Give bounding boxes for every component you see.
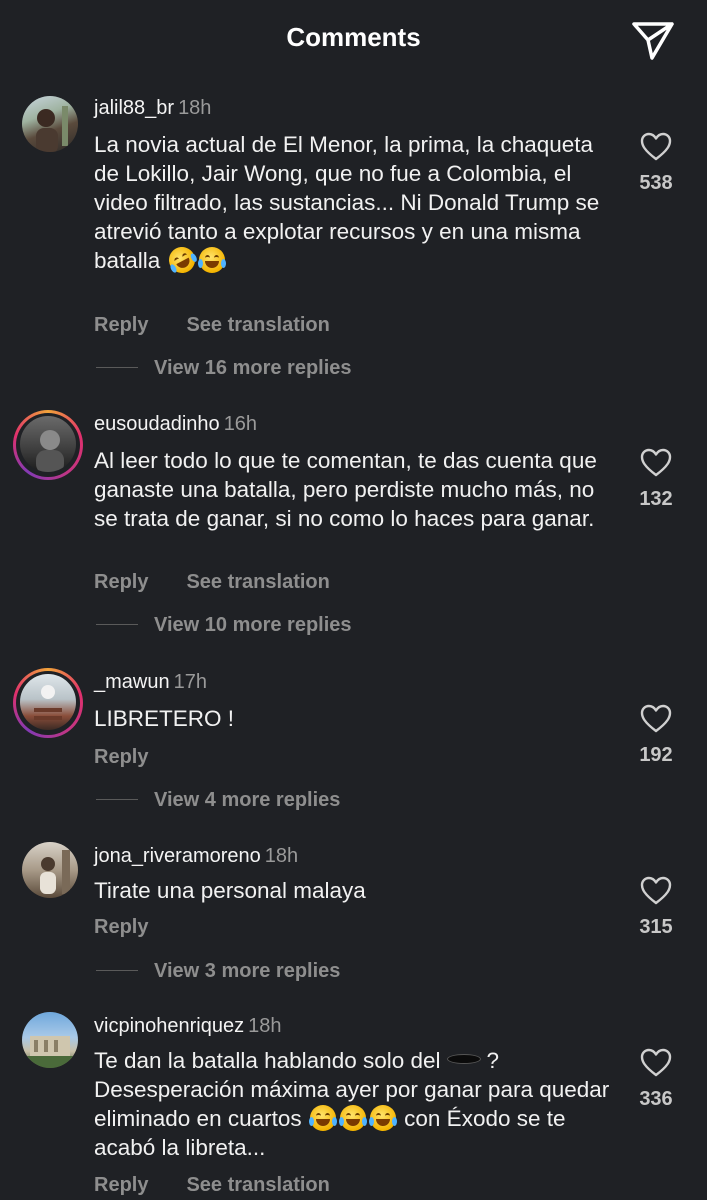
comment-time: 18h: [178, 97, 212, 119]
comment-text: Tirate una personal malaya: [94, 878, 366, 903]
like-count: 192: [639, 744, 673, 766]
tears-of-joy-emoji: [368, 1105, 397, 1131]
replies-divider: [96, 799, 138, 800]
like-count: 538: [639, 172, 673, 194]
comments-screen: Comments jalil88_br 18h La novia actual d…: [0, 0, 707, 1200]
comment-username[interactable]: _mawun: [94, 671, 170, 693]
view-replies-button[interactable]: View 3 more replies: [96, 960, 340, 983]
see-translation-button[interactable]: See translation: [186, 314, 329, 336]
comment-username[interactable]: jona_riveramoreno: [94, 845, 261, 867]
see-translation-button[interactable]: See translation: [186, 571, 329, 593]
reply-button[interactable]: Reply: [94, 1174, 148, 1196]
tears-of-joy-emoji: [308, 1105, 337, 1131]
share-button[interactable]: [630, 18, 676, 62]
like-count: 336: [639, 1088, 673, 1110]
comment-text: LIBRETERO !: [94, 706, 235, 731]
avatar[interactable]: [22, 842, 80, 900]
see-translation-button[interactable]: See translation: [186, 1174, 329, 1196]
comment-time: 16h: [223, 413, 258, 435]
tears-of-joy-emoji: [197, 247, 226, 273]
like-count: 132: [639, 488, 673, 510]
like-button[interactable]: 538: [626, 132, 686, 195]
heart-outline-icon: [640, 448, 672, 477]
comment-text: La novia actual de El Menor, la prima, l…: [94, 130, 614, 278]
comment-actions: Reply See translation: [94, 314, 330, 337]
comment-actions: Reply: [94, 916, 148, 939]
avatar[interactable]: [22, 96, 80, 154]
heart-outline-icon: [640, 132, 672, 161]
reply-button[interactable]: Reply: [94, 571, 148, 593]
comment-time: 17h: [173, 671, 207, 693]
rolling-on-floor-laughing-emoji: [163, 242, 200, 278]
replies-divider: [96, 970, 138, 971]
hole-emoji: [446, 1054, 481, 1064]
reply-button[interactable]: Reply: [94, 746, 148, 768]
page-title: Comments: [286, 22, 421, 52]
heart-outline-icon: [640, 704, 672, 733]
avatar[interactable]: [20, 674, 78, 732]
view-replies-button[interactable]: View 4 more replies: [96, 789, 340, 812]
comment-time: 18h: [248, 1015, 282, 1037]
heart-outline-icon: [640, 876, 672, 905]
replies-divider: [96, 367, 138, 368]
comment-time: 18h: [264, 845, 299, 867]
paper-plane-icon: [632, 22, 674, 60]
comment-actions: Reply: [94, 746, 148, 769]
comment-username[interactable]: eusoudadinho: [94, 413, 220, 435]
comment-text: Al leer todo lo que te comentan, te das …: [94, 448, 597, 531]
heart-outline-icon: [640, 1048, 672, 1077]
comment-username[interactable]: vicpinohenriquez: [94, 1015, 244, 1037]
tears-of-joy-emoji: [338, 1105, 367, 1131]
reply-button[interactable]: Reply: [94, 916, 148, 938]
view-replies-button[interactable]: View 10 more replies: [96, 614, 352, 637]
comments-header: Comments: [0, 0, 707, 82]
comment-actions: Reply See translation: [94, 1174, 330, 1197]
avatar[interactable]: [22, 1012, 80, 1070]
comment-actions: Reply See translation: [94, 571, 330, 594]
comment-text: Te dan la batalla hablando solo del? Des…: [94, 1048, 610, 1160]
like-count: 315: [639, 916, 673, 938]
replies-divider: [96, 624, 138, 625]
like-button[interactable]: 315: [626, 876, 686, 939]
view-replies-button[interactable]: View 16 more replies: [96, 357, 352, 380]
comment-username[interactable]: jalil88_br: [94, 97, 174, 119]
avatar[interactable]: [20, 416, 78, 474]
reply-button[interactable]: Reply: [94, 314, 148, 336]
like-button[interactable]: 336: [626, 1048, 686, 1111]
like-button[interactable]: 132: [626, 448, 686, 511]
like-button[interactable]: 192: [626, 704, 686, 767]
